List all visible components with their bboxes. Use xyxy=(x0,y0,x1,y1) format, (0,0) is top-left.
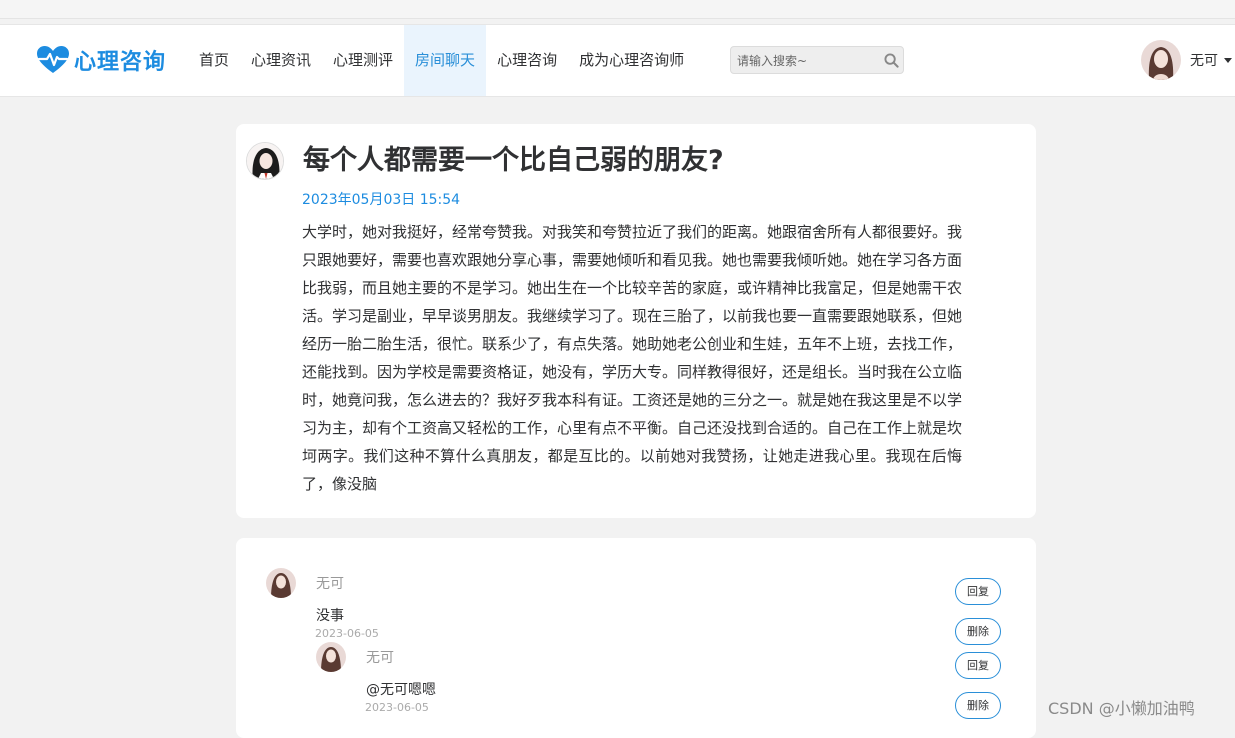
brand-logo[interactable]: 心理咨询 xyxy=(36,45,166,75)
post-title: 每个人都需要一个比自己弱的朋友? xyxy=(303,145,724,176)
author-avatar[interactable] xyxy=(246,142,284,180)
watermark: CSDN @小懒加油鸭 xyxy=(1048,699,1195,718)
search-icon[interactable] xyxy=(884,53,899,68)
nav-item-news[interactable]: 心理资讯 xyxy=(240,25,322,96)
search-box xyxy=(730,46,904,75)
brand-name: 心理咨询 xyxy=(74,50,167,75)
site-header: 心理咨询 首页 心理资讯 心理测评 房间聊天 心理咨询 成为心理咨询师 无可 xyxy=(0,24,1235,97)
nav-item-home[interactable]: 首页 xyxy=(188,25,240,96)
post-body: 大学时，她对我挺好，经常夸赞我。对我笑和夸赞拉近了我们的距离。她跟宿舍所有人都很… xyxy=(302,223,963,493)
reply-user-name: 无可 xyxy=(366,650,394,666)
user-name: 无可 xyxy=(1190,53,1218,69)
search-input[interactable] xyxy=(735,47,879,75)
nav-item-become-counselor[interactable]: 成为心理咨询师 xyxy=(568,25,695,96)
main-nav: 首页 心理资讯 心理测评 房间聊天 心理咨询 成为心理咨询师 xyxy=(188,25,695,96)
nav-item-tests[interactable]: 心理测评 xyxy=(322,25,404,96)
comment-text: 没事 xyxy=(316,608,344,624)
chevron-down-icon[interactable] xyxy=(1224,57,1232,63)
reply-avatar[interactable] xyxy=(316,642,346,672)
comment-user-name: 无可 xyxy=(316,576,344,592)
comment-avatar[interactable] xyxy=(266,568,296,598)
comment-date: 2023-06-05 xyxy=(315,627,379,640)
delete-button[interactable]: 删除 xyxy=(955,692,1001,719)
user-menu[interactable]: 无可 xyxy=(1141,40,1232,80)
comments-section: 无可 没事 2023-06-05 回复 删除 无可 @无可嗯嗯 2023-06-… xyxy=(236,538,1036,738)
delete-button[interactable]: 删除 xyxy=(955,618,1001,645)
reply-button[interactable]: 回复 xyxy=(955,652,1001,679)
post-date: 2023年05月03日 15:54 xyxy=(302,192,461,208)
reply-text: @无可嗯嗯 xyxy=(366,682,436,698)
nav-item-chat-room[interactable]: 房间聊天 xyxy=(404,25,487,96)
nav-item-consult[interactable]: 心理咨询 xyxy=(486,25,568,96)
reply-button[interactable]: 回复 xyxy=(955,578,1001,605)
browser-top-strip xyxy=(0,0,1235,19)
heart-pulse-icon xyxy=(37,46,69,73)
reply-date: 2023-06-05 xyxy=(365,701,429,714)
post-card: 每个人都需要一个比自己弱的朋友? 2023年05月03日 15:54 大学时，她… xyxy=(236,124,1036,518)
user-avatar[interactable] xyxy=(1141,40,1181,80)
